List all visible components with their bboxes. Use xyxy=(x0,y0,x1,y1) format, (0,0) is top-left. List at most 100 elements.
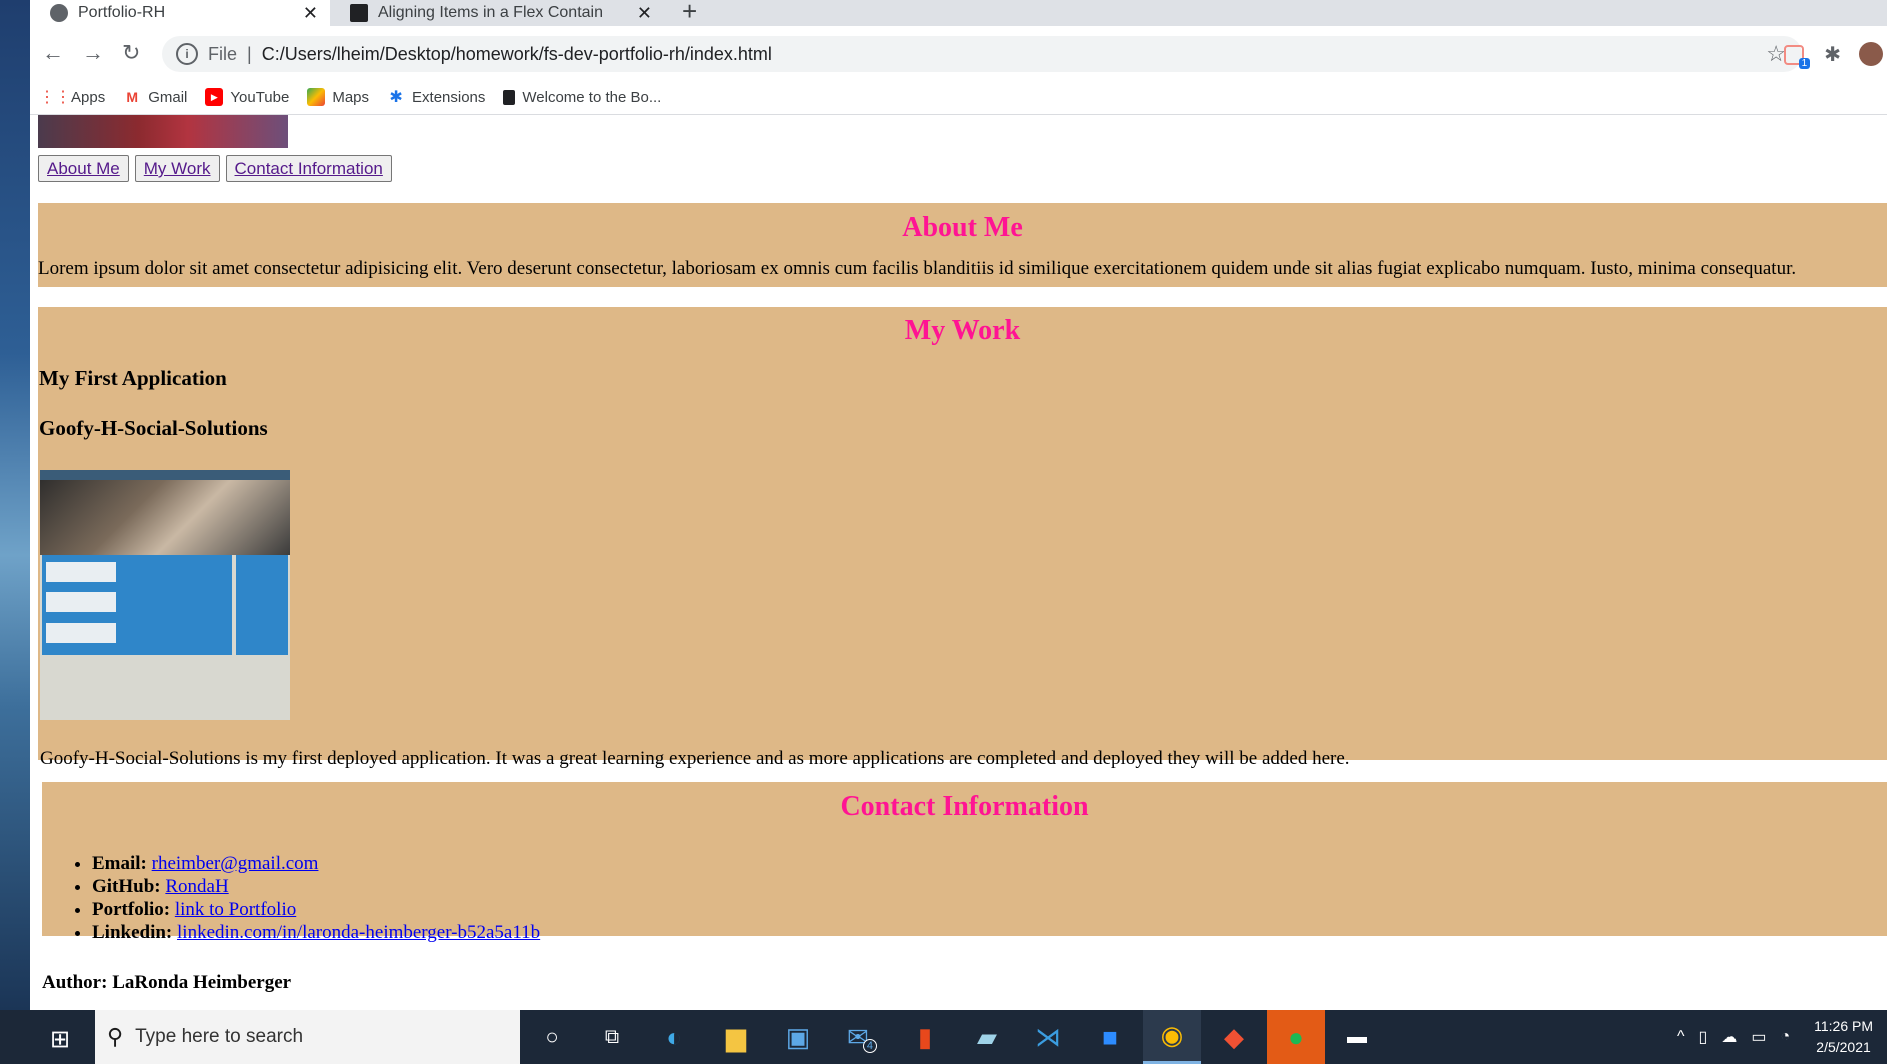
taskbar: ⊞ ⚲ Type here to search ○ ⧉ ◐ ▆ ▣ ✉ 4 ▮ ▰… xyxy=(0,1010,1887,1064)
book-icon xyxy=(503,89,516,105)
notepad-icon[interactable]: ▰ xyxy=(958,1010,1016,1064)
search-placeholder: Type here to search xyxy=(135,1026,304,1047)
author-footer: Author: LaRonda Heimberger xyxy=(42,972,292,993)
reload-icon[interactable]: ↻ xyxy=(122,40,140,66)
store-icon[interactable]: ▣ xyxy=(769,1010,827,1064)
youtube-icon: ▶ xyxy=(205,88,224,106)
contact-label: GitHub: xyxy=(92,876,161,897)
bookmark-label: Maps xyxy=(332,88,370,106)
contact-heading: Contact Information xyxy=(840,791,1089,822)
windows-start-icon[interactable]: ⊞ xyxy=(50,1025,70,1054)
contact-information-button[interactable]: Contact Information xyxy=(225,155,392,182)
clock-date: 2/5/2021 xyxy=(1816,1039,1871,1055)
tab-title: Aligning Items in a Flex Containe xyxy=(378,4,603,21)
tab-strip: Portfolio-RH ✕ Aligning Items in a Flex … xyxy=(30,0,1887,26)
bookmark-label: Apps xyxy=(71,88,106,106)
terminal-icon[interactable]: ▬ xyxy=(1328,1010,1386,1064)
project-screenshot[interactable] xyxy=(40,470,290,720)
office-icon[interactable]: ▮ xyxy=(896,1010,954,1064)
cortana-icon[interactable]: ○ xyxy=(523,1010,581,1064)
close-icon[interactable]: ✕ xyxy=(637,3,652,24)
page-nav: About Me My Work Contact Information xyxy=(38,155,392,182)
tab-portfolio[interactable]: Portfolio-RH ✕ xyxy=(30,0,330,26)
contact-section: Contact Information Email: rheimber@gmai… xyxy=(42,782,1887,943)
chevron-up-icon[interactable]: ^ xyxy=(1677,1028,1685,1046)
list-item: GitHub: RondaH xyxy=(92,875,540,898)
bookmark-gmail[interactable]: M Gmail xyxy=(123,88,187,106)
project-title: Goofy-H-Social-Solutions xyxy=(39,416,268,440)
bookmark-label: Welcome to the Bo... xyxy=(522,88,662,106)
bookmark-star-icon[interactable]: ☆ xyxy=(1766,41,1786,67)
bookmark-label: YouTube xyxy=(230,88,290,106)
file-explorer-icon[interactable]: ▆ xyxy=(707,1010,765,1064)
extension-icon[interactable]: 1 xyxy=(1784,43,1811,69)
clock-time: 11:26 PM xyxy=(1814,1018,1873,1034)
bookmark-maps[interactable]: Maps xyxy=(307,88,369,106)
portfolio-link[interactable]: link to Portfolio xyxy=(175,899,296,920)
work-section: My Work My First Application Goofy-H-Soc… xyxy=(38,307,1887,769)
mail-badge: 4 xyxy=(862,1039,877,1053)
tab-title: Portfolio-RH xyxy=(78,4,166,21)
spotify-icon[interactable]: ● xyxy=(1267,1010,1325,1064)
maps-icon xyxy=(307,88,326,106)
edge-icon[interactable]: ◐ xyxy=(645,1010,703,1064)
puzzle-icon[interactable]: ✱ xyxy=(1824,42,1841,67)
my-work-button[interactable]: My Work xyxy=(134,155,220,182)
bookmark-extensions[interactable]: ✱ Extensions xyxy=(387,88,486,107)
apps-grid-icon: ⋮⋮ xyxy=(39,89,71,106)
zoom-icon[interactable]: ■ xyxy=(1081,1010,1139,1064)
url-text: C:/Users/lheim/Desktop/homework/fs-dev-p… xyxy=(261,43,772,64)
about-me-button[interactable]: About Me xyxy=(38,155,129,182)
chrome-icon[interactable]: ◉ xyxy=(1143,1010,1201,1064)
taskbar-search[interactable]: ⚲ Type here to search xyxy=(95,1010,520,1064)
bookmark-label: Gmail xyxy=(148,88,188,106)
email-link[interactable]: rheimber@gmail.com xyxy=(152,853,319,874)
wifi-icon[interactable]: ◔ xyxy=(1780,1028,1790,1046)
contact-label: Linkedin: xyxy=(92,922,173,943)
project-description: Goofy-H-Social-Solutions is my first dep… xyxy=(40,748,1350,769)
bookmark-apps[interactable]: ⋮⋮ Apps xyxy=(39,88,106,107)
profile-image xyxy=(38,115,288,148)
git-icon[interactable]: ◆ xyxy=(1205,1010,1263,1064)
github-link[interactable]: RondaH xyxy=(165,876,228,897)
vscode-icon[interactable]: ⋊ xyxy=(1019,1010,1077,1064)
back-icon[interactable]: ← xyxy=(42,40,64,66)
puzzle-icon: ✱ xyxy=(389,89,403,106)
contact-list: Email: rheimber@gmail.com GitHub: RondaH… xyxy=(62,852,540,944)
extension-badge: 1 xyxy=(1798,58,1811,69)
page-content: About Me My Work Contact Information Abo… xyxy=(30,115,1887,1010)
bookmark-label: Extensions xyxy=(412,88,486,106)
globe-icon xyxy=(50,4,68,22)
contact-label: Portfolio: xyxy=(92,899,171,920)
new-tab-button[interactable]: + xyxy=(682,0,697,27)
task-view-icon[interactable]: ⧉ xyxy=(583,1010,641,1064)
avatar[interactable] xyxy=(1859,42,1883,66)
address-bar[interactable]: i File | C:/Users/lheim/Desktop/homework… xyxy=(162,36,1802,72)
about-text: Lorem ipsum dolor sit amet consectetur a… xyxy=(38,258,1797,279)
desktop-background: PM 21 xyxy=(0,0,30,1062)
device-icon[interactable]: ▯ xyxy=(1699,1027,1708,1047)
browser-window: Portfolio-RH ✕ Aligning Items in a Flex … xyxy=(30,0,1887,1010)
bookmarks-bar: ⋮⋮ Apps M Gmail ▶ YouTube Maps ✱ Extensi… xyxy=(30,80,1887,115)
about-section: About Me Lorem ipsum dolor sit amet cons… xyxy=(38,203,1887,287)
contact-label: Email: xyxy=(92,853,147,874)
list-item: Email: rheimber@gmail.com xyxy=(92,852,540,875)
battery-icon[interactable]: ▭ xyxy=(1751,1027,1766,1047)
clock[interactable]: 11:26 PM 2/5/2021 xyxy=(1814,1016,1873,1058)
list-item: Linkedin: linkedin.com/in/laronda-heimbe… xyxy=(92,921,540,944)
linkedin-link[interactable]: linkedin.com/in/laronda-heimberger-b52a5… xyxy=(177,922,540,943)
cloud-icon[interactable]: ☁ xyxy=(1721,1027,1737,1047)
mail-icon[interactable]: ✉ 4 xyxy=(833,1010,891,1064)
work-heading: My Work xyxy=(904,315,1021,346)
list-item: Portfolio: link to Portfolio xyxy=(92,898,540,921)
work-subheading: My First Application xyxy=(39,366,227,390)
tab-aligning-items[interactable]: Aligning Items in a Flex Containe ✕ xyxy=(330,0,664,26)
forward-icon[interactable]: → xyxy=(82,40,104,66)
separator: | xyxy=(247,43,252,64)
close-icon[interactable]: ✕ xyxy=(303,3,318,24)
info-icon[interactable]: i xyxy=(176,43,198,65)
about-heading: About Me xyxy=(902,212,1023,243)
bookmark-welcome[interactable]: Welcome to the Bo... xyxy=(503,89,661,106)
gmail-icon: M xyxy=(126,89,139,105)
bookmark-youtube[interactable]: ▶ YouTube xyxy=(205,88,289,106)
